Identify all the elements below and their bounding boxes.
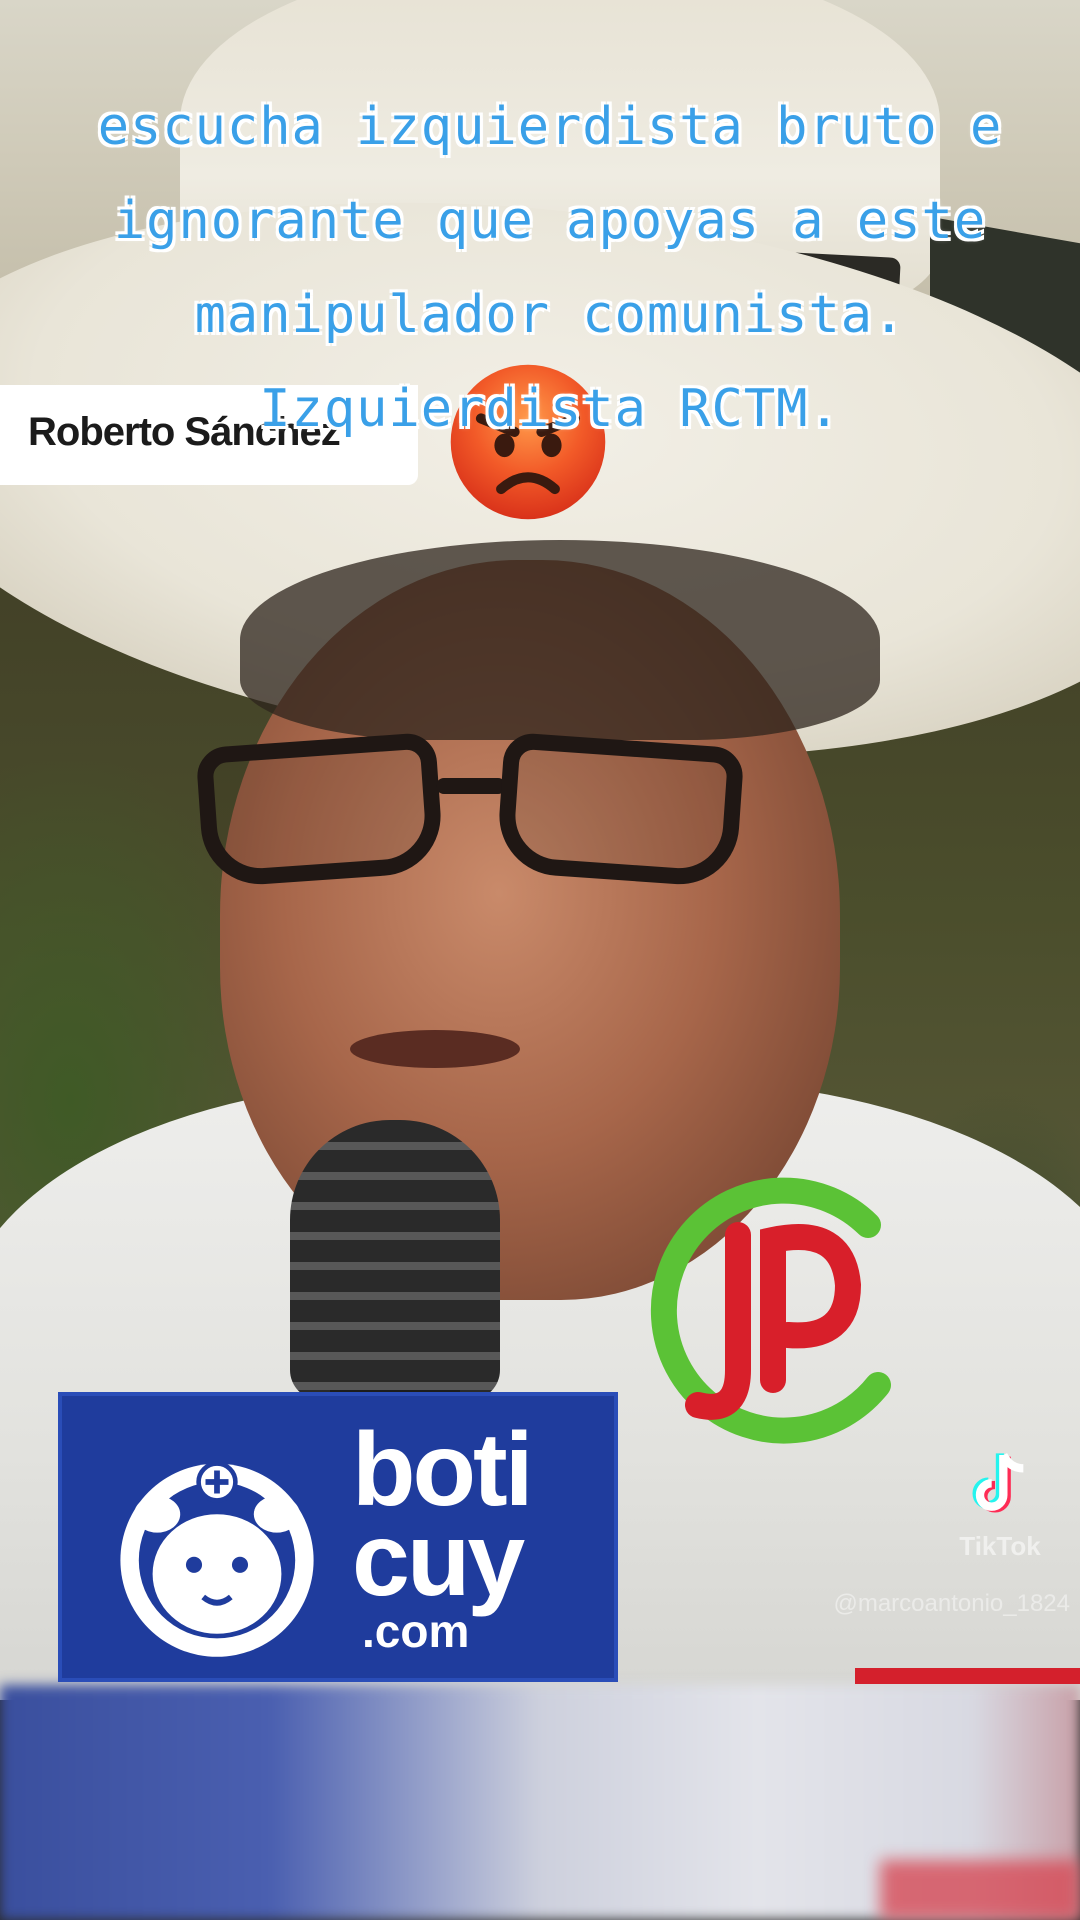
speaker-hair: [240, 540, 880, 740]
boticuy-logo: boti cuy .com: [58, 1392, 618, 1682]
caption-line: escucha izquierdista bruto e: [97, 97, 1003, 157]
tiktok-handle: @marcoantonio_1824: [833, 1590, 1070, 1617]
eyeglasses: [195, 731, 745, 890]
tiktok-icon: [972, 1452, 1024, 1513]
sponsor-text-line3: .com: [362, 1605, 470, 1657]
sponsor-text-line2: cuy: [352, 1502, 525, 1618]
guinea-pig-icon: [120, 1461, 314, 1657]
tiktok-label: TikTok: [959, 1531, 1041, 1561]
blurred-red-patch: [880, 1860, 1080, 1920]
glasses-bridge: [436, 778, 506, 794]
jp-logo: [650, 1177, 891, 1444]
red-stripe: [855, 1668, 1080, 1684]
right-lens: [495, 731, 745, 889]
video-frame: Roberto Sánchez escucha izquierdista bru…: [0, 0, 1080, 1920]
caption-line: ignorante que apoyas a este: [113, 191, 987, 251]
caption-overlay: escucha izquierdista bruto e ignorante q…: [70, 80, 1030, 456]
caption-line: Izquierdista RCTM.: [259, 379, 841, 439]
mouth: [350, 1030, 520, 1068]
left-lens: [195, 731, 445, 889]
caption-line: manipulador comunista.: [194, 285, 906, 345]
microphone: [290, 1120, 500, 1400]
